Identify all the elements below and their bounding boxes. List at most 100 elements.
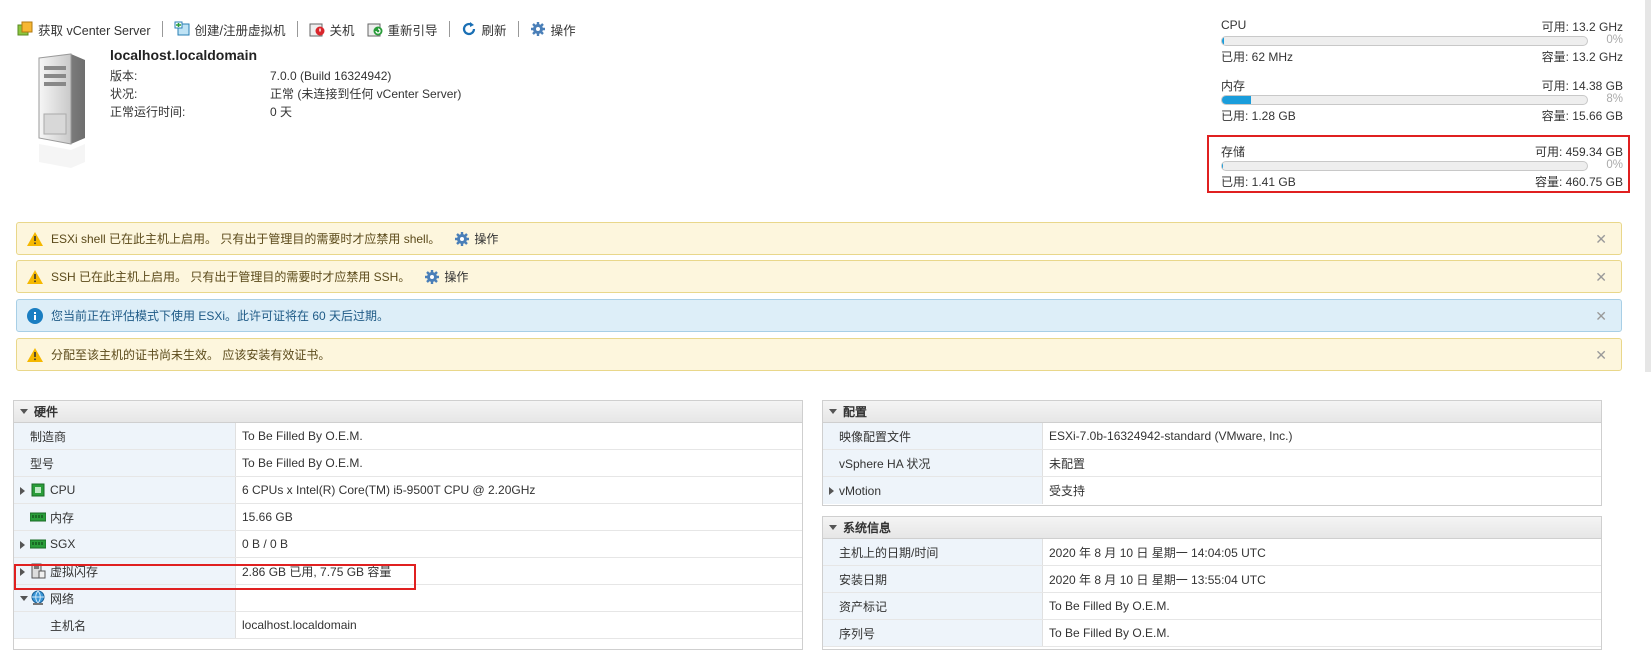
cpu-meter: CPU 可用: 13.2 GHz 0% 已用: 62 MHz 容量: 13.2 …: [1221, 18, 1623, 64]
cpu-free: 可用: 13.2 GHz: [1541, 20, 1623, 34]
host-info-value: 7.0.0 (Build 16324942): [270, 69, 392, 83]
create-vm-icon: [174, 21, 190, 37]
alert-evaluation: 您当前正在评估模式下使用 ESXi。此许可证将在 60 天后过期。 ✕: [16, 299, 1622, 332]
shutdown-button[interactable]: 关机: [309, 20, 355, 39]
hardware-row-cpu[interactable]: CPU 6 CPUs x Intel(R) Core(TM) i5-9500T …: [14, 477, 802, 504]
refresh-label: 刷新: [481, 23, 507, 38]
row-value: 15.66 GB: [242, 510, 293, 524]
memory-label: 内存: [1221, 79, 1246, 93]
system-info-panel-header[interactable]: 系统信息: [823, 517, 1601, 539]
config-row-ha-state: vSphere HA 状况 未配置: [823, 450, 1601, 477]
memory-usage-bar: [1221, 95, 1588, 105]
sysinfo-row-install-date: 安装日期 2020 年 8 月 10 日 星期一 13:55:04 UTC: [823, 566, 1601, 593]
row-key: SGX: [50, 537, 76, 551]
hardware-row-memory: 内存 15.66 GB: [14, 504, 802, 531]
row-key: 内存: [50, 510, 75, 525]
create-vm-button[interactable]: 创建/注册虚拟机: [174, 20, 286, 39]
toolbar-separator: [517, 21, 519, 37]
chevron-right-icon[interactable]: [20, 487, 25, 495]
refresh-button[interactable]: 刷新: [461, 20, 507, 39]
alert-text: ESXi shell 已在此主机上启用。 只有出于管理目的需要时才应禁用 she…: [51, 232, 441, 246]
alert-action-button[interactable]: 操作: [454, 230, 498, 247]
hardware-panel: 硬件 制造商 To Be Filled By O.E.M. 型号 To Be F…: [13, 400, 803, 650]
host-info-value: 正常 (未连接到任何 vCenter Server): [270, 87, 462, 101]
actions-label: 操作: [550, 23, 576, 38]
virtual-flash-highlight-box: [14, 564, 416, 590]
close-icon[interactable]: ✕: [1595, 347, 1607, 364]
cpu-usage-fill: [1222, 37, 1224, 45]
row-key: 映像配置文件: [839, 429, 912, 444]
cpu-used: 已用: 62 MHz: [1221, 50, 1294, 64]
host-info-key: 状况:: [110, 87, 138, 101]
memory-meter: 内存 可用: 14.38 GB 8% 已用: 1.28 GB 容量: 15.66…: [1221, 77, 1623, 123]
row-key: 资产标记: [839, 599, 888, 614]
row-value: To Be Filled By O.E.M.: [1049, 626, 1170, 640]
caret-down-icon[interactable]: [20, 596, 28, 601]
server-tower-image: [33, 52, 89, 170]
refresh-icon: [461, 21, 477, 37]
close-icon[interactable]: ✕: [1595, 231, 1607, 248]
system-info-title: 系统信息: [843, 521, 892, 535]
row-key: 序列号: [839, 626, 876, 641]
host-info-uptime: 正常运行时间: 0 天: [110, 103, 610, 121]
config-row-vmotion[interactable]: vMotion 受支持: [823, 477, 1601, 504]
memory-used: 已用: 1.28 GB: [1221, 109, 1296, 123]
row-value: 受支持: [1049, 484, 1086, 498]
chevron-right-icon[interactable]: [20, 541, 25, 549]
reboot-label: 重新引导: [387, 23, 438, 38]
configuration-title: 配置: [843, 405, 868, 419]
system-info-panel: 系统信息 主机上的日期/时间 2020 年 8 月 10 日 星期一 14:04…: [822, 516, 1602, 650]
alert-text: 您当前正在评估模式下使用 ESXi。此许可证将在 60 天后过期。: [51, 309, 390, 323]
shutdown-icon: [309, 21, 325, 37]
vertical-scrollbar[interactable]: [1645, 0, 1651, 372]
alert-action-button[interactable]: 操作: [424, 268, 468, 285]
gear-icon: [530, 21, 546, 37]
cpu-icon: [30, 482, 46, 498]
gear-icon: [424, 269, 440, 285]
hardware-row-manufacturer: 制造商 To Be Filled By O.E.M.: [14, 423, 802, 450]
host-info-version: 版本: 7.0.0 (Build 16324942): [110, 67, 610, 85]
sysinfo-row-datetime: 主机上的日期/时间 2020 年 8 月 10 日 星期一 14:04:05 U…: [823, 539, 1601, 566]
sgx-icon: [29, 536, 47, 552]
row-key: 主机名: [50, 618, 87, 633]
storage-highlight-box: [1207, 135, 1630, 193]
reboot-button[interactable]: 重新引导: [367, 20, 438, 39]
actions-button[interactable]: 操作: [530, 20, 576, 39]
create-vm-label: 创建/注册虚拟机: [194, 23, 286, 38]
hardware-row-model: 型号 To Be Filled By O.E.M.: [14, 450, 802, 477]
close-icon[interactable]: ✕: [1595, 269, 1607, 286]
row-key: 制造商: [30, 429, 67, 444]
host-info: 版本: 7.0.0 (Build 16324942) 状况: 正常 (未连接到任…: [110, 67, 610, 121]
host-info-key: 版本:: [110, 69, 138, 83]
info-icon: [27, 307, 43, 324]
host-info-state: 状况: 正常 (未连接到任何 vCenter Server): [110, 85, 610, 103]
row-value: localhost.localdomain: [242, 618, 357, 632]
hardware-row-sgx[interactable]: SGX 0 B / 0 B: [14, 531, 802, 558]
close-icon[interactable]: ✕: [1595, 308, 1607, 325]
memory-free: 可用: 14.38 GB: [1541, 79, 1623, 93]
toolbar-separator: [448, 21, 450, 37]
toolbar-separator: [161, 21, 163, 37]
warning-icon: [27, 347, 43, 362]
memory-percent: 8%: [1606, 93, 1623, 105]
get-vcenter-button[interactable]: 获取 vCenter Server: [17, 20, 151, 39]
configuration-panel-header[interactable]: 配置: [823, 401, 1601, 423]
chevron-right-icon[interactable]: [829, 487, 834, 495]
warning-icon: [27, 269, 43, 284]
row-value: To Be Filled By O.E.M.: [242, 456, 363, 470]
memory-capacity: 容量: 15.66 GB: [1541, 109, 1623, 123]
row-key: 主机上的日期/时间: [839, 545, 939, 560]
row-value: To Be Filled By O.E.M.: [242, 429, 363, 443]
cpu-label: CPU: [1221, 18, 1247, 32]
cpu-usage-bar: [1221, 36, 1588, 46]
row-value: To Be Filled By O.E.M.: [1049, 599, 1170, 613]
host-info-key: 正常运行时间:: [110, 105, 186, 119]
reboot-icon: [367, 21, 383, 37]
row-value: ESXi-7.0b-16324942-standard (VMware, Inc…: [1049, 429, 1293, 443]
alert-ssh: SSH 已在此主机上启用。 只有出于管理目的需要时才应禁用 SSH。 操作 ✕: [16, 260, 1622, 293]
row-key: vSphere HA 状况: [839, 456, 931, 471]
hardware-panel-header[interactable]: 硬件: [14, 401, 802, 423]
config-row-image-profile: 映像配置文件 ESXi-7.0b-16324942-standard (VMwa…: [823, 423, 1601, 450]
vcenter-icon: [17, 21, 33, 37]
alert-text: SSH 已在此主机上启用。 只有出于管理目的需要时才应禁用 SSH。: [51, 270, 411, 284]
